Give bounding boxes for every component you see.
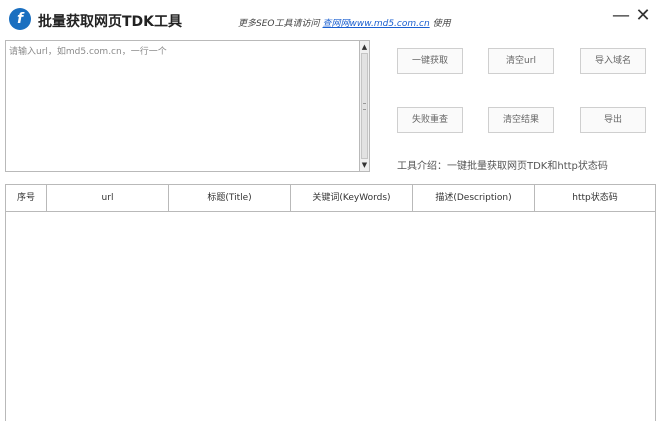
column-header-title[interactable]: 标题(Title)	[169, 185, 291, 211]
scroll-grip-icon	[363, 103, 366, 110]
fetch-button[interactable]: 一键获取	[397, 48, 463, 74]
title-bar: f 批量获取网页TDK工具 更多SEO工具请访问 查网网www.md5.com.c…	[0, 0, 660, 38]
promo-text: 更多SEO工具请访问 查网网www.md5.com.cn 使用	[238, 16, 451, 29]
import-domain-button[interactable]: 导入域名	[580, 48, 646, 74]
promo-prefix: 更多SEO工具请访问	[238, 19, 320, 29]
scroll-down-icon[interactable]: ▼	[360, 160, 369, 170]
url-input[interactable]	[5, 40, 360, 172]
promo-link[interactable]: 查网网www.md5.com.cn	[322, 19, 429, 29]
tool-intro: 工具介绍：一键批量获取网页TDK和http状态码	[397, 161, 608, 172]
column-header-url[interactable]: url	[47, 185, 169, 211]
column-header-http-status[interactable]: http状态码	[535, 185, 655, 211]
scroll-thumb[interactable]	[361, 53, 368, 159]
column-header-keywords[interactable]: 关键词(KeyWords)	[291, 185, 413, 211]
minimize-icon[interactable]: —	[612, 5, 630, 27]
results-table[interactable]: 序号 url 标题(Title) 关键词(KeyWords) 描述(Descri…	[5, 184, 656, 421]
retry-failed-button[interactable]: 失败重查	[397, 107, 463, 133]
clear-results-button[interactable]: 清空结果	[488, 107, 554, 133]
table-header: 序号 url 标题(Title) 关键词(KeyWords) 描述(Descri…	[6, 185, 655, 212]
column-header-index[interactable]: 序号	[6, 185, 47, 211]
column-header-description[interactable]: 描述(Description)	[413, 185, 535, 211]
url-input-scrollbar[interactable]: ▲ ▼	[359, 40, 370, 172]
app-logo-icon: f	[9, 8, 31, 30]
close-icon[interactable]: ✕	[634, 5, 652, 27]
clear-url-button[interactable]: 清空url	[488, 48, 554, 74]
scroll-up-icon[interactable]: ▲	[360, 42, 369, 52]
export-button[interactable]: 导出	[580, 107, 646, 133]
app-title: 批量获取网页TDK工具	[38, 14, 183, 30]
promo-suffix: 使用	[432, 19, 451, 29]
